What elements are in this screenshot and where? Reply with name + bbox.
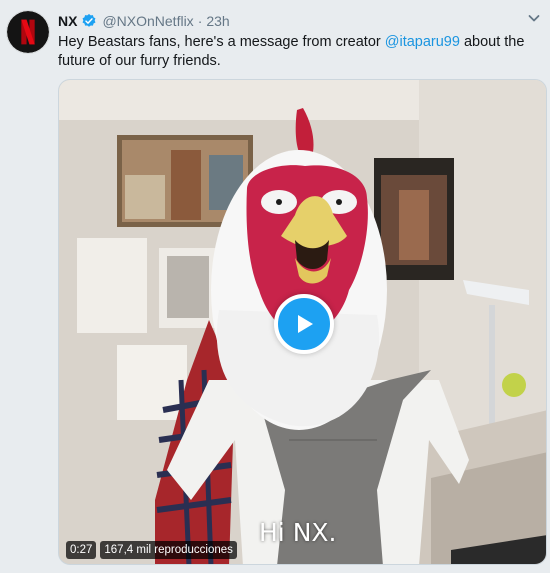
tweet-header: NX @NXOnNetflix · 23h [58,12,230,30]
video-view-count: 167,4 mil reproducciones [100,541,237,559]
tweet-text: Hey Beastars fans, here's a message from… [58,33,538,71]
tweet-card[interactable]: NX @NXOnNetflix · 23h Hey Beastars fans,… [0,0,550,573]
mention-link[interactable]: @itaparu99 [385,34,460,50]
chevron-down-icon[interactable] [526,10,542,26]
tweet-text-part: Hey Beastars fans, here's a message from… [58,34,385,50]
play-button[interactable] [274,294,334,354]
tweet-timestamp[interactable]: 23h [206,13,229,29]
separator-dot: · [197,13,203,29]
video-stats: 0:27 167,4 mil reproducciones [66,541,237,559]
video-duration: 0:27 [66,541,97,559]
verified-badge-icon [81,13,97,29]
play-icon [298,315,313,333]
author-handle[interactable]: @NXOnNetflix [102,13,193,29]
video-player[interactable]: Hi NX. 0:27 167,4 mil reproducciones [58,79,547,565]
netflix-logo-icon [7,11,49,53]
video-subtitle: Hi NX. [259,518,337,547]
author-name[interactable]: NX [58,13,77,29]
avatar[interactable] [6,10,50,54]
